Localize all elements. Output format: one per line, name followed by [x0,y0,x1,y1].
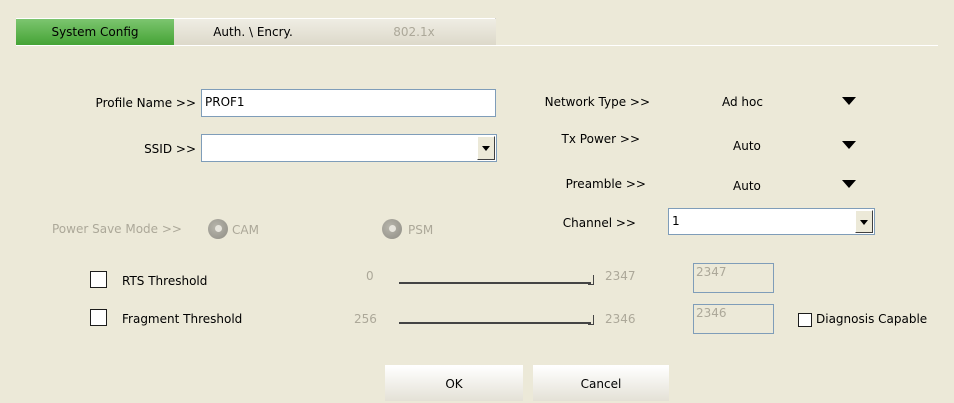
tx-power-label: Tx Power >> [561,132,640,146]
fragment-slider-track[interactable] [399,322,591,324]
tab-system-config[interactable]: System Config [16,19,174,46]
tab-802-1x[interactable]: 802.1x [332,19,496,46]
profile-dialog: { "tabs": { "system_config": "System Con… [0,0,954,403]
fragment-threshold-label: Fragment Threshold [122,312,243,326]
profile-name-input[interactable]: PROF1 [201,89,496,117]
tab-bar: System Config Auth. \ Encry. 802.1x [16,18,496,46]
preamble-value[interactable]: Auto [733,178,761,194]
fragment-slider-thumb[interactable] [588,315,594,325]
tab-auth-encry[interactable]: Auth. \ Encry. [174,19,332,46]
diagnosis-capable-checkbox[interactable] [798,313,812,327]
channel-value: 1 [672,214,680,228]
cam-radio[interactable] [208,219,228,239]
rts-slider-track[interactable] [399,282,591,284]
chevron-down-icon [860,219,868,225]
rts-max-label: 2347 [605,269,636,283]
tab-divider [16,45,938,46]
tx-power-value[interactable]: Auto [733,138,761,154]
rts-slider-thumb[interactable] [588,275,594,285]
power-save-label: Power Save Mode >> [52,222,182,236]
fragment-threshold-checkbox[interactable] [90,309,107,326]
network-type-value[interactable]: Ad hoc [722,94,763,110]
ssid-dropdown-button[interactable] [477,136,495,160]
psm-label: PSM [408,223,434,237]
rts-threshold-checkbox[interactable] [90,271,107,288]
rts-threshold-label: RTS Threshold [122,274,208,288]
cancel-button[interactable]: Cancel [533,365,669,401]
profile-name-label: Profile Name >> [95,96,196,110]
preamble-dropdown-icon[interactable] [842,180,856,188]
fragment-value-field[interactable]: 2346 [693,304,774,334]
channel-dropdown-button[interactable] [855,210,873,233]
chevron-down-icon [482,146,490,151]
tx-power-dropdown-icon[interactable] [842,141,856,149]
psm-radio[interactable] [382,219,402,239]
ssid-combo[interactable] [201,134,497,162]
channel-combo[interactable]: 1 [668,208,875,235]
diagnosis-capable-label: Diagnosis Capable [816,312,928,326]
rts-min-label: 0 [366,269,374,283]
fragment-min-label: 256 [354,312,377,326]
network-type-dropdown-icon[interactable] [842,97,856,105]
ok-button[interactable]: OK [385,365,523,401]
rts-value-field[interactable]: 2347 [693,263,774,293]
fragment-max-label: 2346 [605,312,636,326]
network-type-label: Network Type >> [544,95,650,109]
preamble-label: Preamble >> [565,177,646,191]
channel-label: Channel >> [562,216,636,230]
ssid-label: SSID >> [144,142,196,156]
cam-label: CAM [232,223,259,237]
